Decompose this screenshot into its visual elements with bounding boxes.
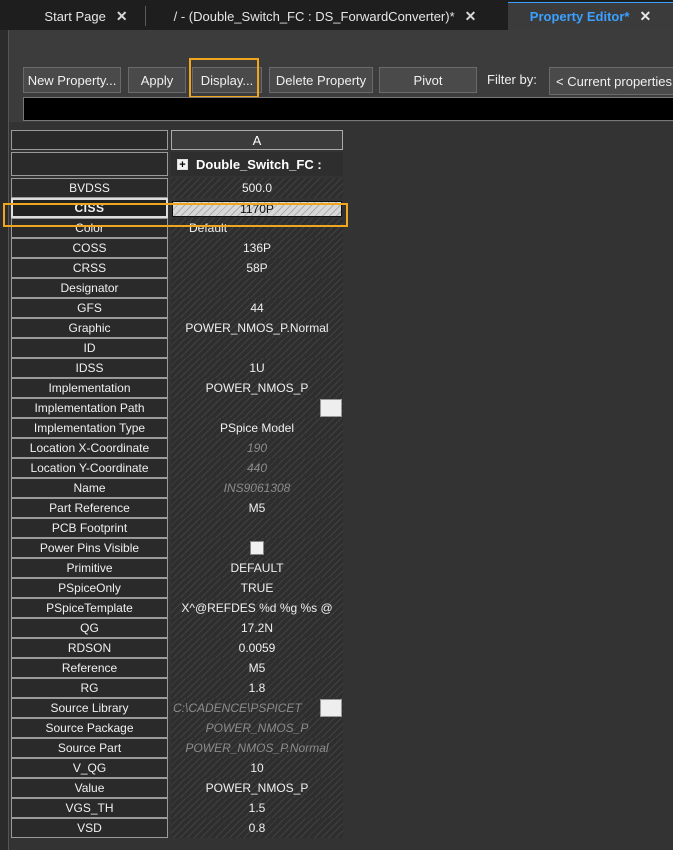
browse-button[interactable] <box>320 399 342 417</box>
property-name-primitive[interactable]: Primitive <box>11 558 168 578</box>
property-name-id[interactable]: ID <box>11 338 168 358</box>
property-name-source-part[interactable]: Source Part <box>11 738 168 758</box>
property-value-primitive[interactable]: DEFAULT <box>171 558 343 578</box>
property-name-rdson[interactable]: RDSON <box>11 638 168 658</box>
property-value-vgs-th[interactable]: 1.5 <box>171 798 343 818</box>
property-name-pcb-footprint[interactable]: PCB Footprint <box>11 518 168 538</box>
browse-button[interactable] <box>320 699 342 717</box>
property-value-location-y-coordinate[interactable]: 440 <box>171 458 343 478</box>
property-name-reference[interactable]: Reference <box>11 658 168 678</box>
property-value-graphic[interactable]: POWER_NMOS_P.Normal <box>171 318 343 338</box>
property-name-value[interactable]: Value <box>11 778 168 798</box>
property-value-location-x-coordinate[interactable]: 190 <box>171 438 343 458</box>
property-value-pspiceonly[interactable]: TRUE <box>171 578 343 598</box>
instance-row-header <box>11 152 168 176</box>
power-pins-visible-checkbox[interactable] <box>250 541 264 555</box>
grid-corner <box>11 130 168 150</box>
property-name-power-pins-visible[interactable]: Power Pins Visible <box>11 538 168 558</box>
property-value-gfs[interactable]: 44 <box>171 298 343 318</box>
property-value-source-library[interactable]: C:\CADENCE\PSPICET <box>171 698 343 718</box>
property-name-graphic[interactable]: Graphic <box>11 318 168 338</box>
property-value-idss[interactable]: 1U <box>171 358 343 378</box>
property-value-part-reference[interactable]: M5 <box>171 498 343 518</box>
property-value-designator[interactable] <box>171 278 343 298</box>
property-name-vgs-th[interactable]: VGS_TH <box>11 798 168 818</box>
property-value-crss[interactable]: 58P <box>171 258 343 278</box>
ciss-row-highlight <box>3 203 348 227</box>
instance-name: Double_Switch_FC : <box>196 156 322 172</box>
property-name-v-qg[interactable]: V_QG <box>11 758 168 778</box>
property-value-vsd[interactable]: 0.8 <box>171 818 343 838</box>
property-value-qg[interactable]: 17.2N <box>171 618 343 638</box>
property-value-implementation[interactable]: POWER_NMOS_P <box>171 378 343 398</box>
property-name-gfs[interactable]: GFS <box>11 298 168 318</box>
property-value-reference[interactable]: M5 <box>171 658 343 678</box>
property-value-value[interactable]: POWER_NMOS_P <box>171 778 343 798</box>
expand-icon[interactable]: + <box>177 158 188 170</box>
property-name-pspicetemplate[interactable]: PSpiceTemplate <box>11 598 168 618</box>
property-value-pspicetemplate[interactable]: X^@REFDES %d %g %s @ <box>171 598 343 618</box>
property-value-rdson[interactable]: 0.0059 <box>171 638 343 658</box>
property-name-designator[interactable]: Designator <box>11 278 168 298</box>
property-value-rg[interactable]: 1.8 <box>171 678 343 698</box>
property-name-vsd[interactable]: VSD <box>11 818 168 838</box>
property-name-pspiceonly[interactable]: PSpiceOnly <box>11 578 168 598</box>
property-name-location-y-coordinate[interactable]: Location Y-Coordinate <box>11 458 168 478</box>
property-name-rg[interactable]: RG <box>11 678 168 698</box>
property-grid: A + Double_Switch_FC : BVDSS 500.0 CISS 117… <box>1 0 673 850</box>
property-name-source-library[interactable]: Source Library <box>11 698 168 718</box>
property-name-idss[interactable]: IDSS <box>11 358 168 378</box>
property-value-id[interactable] <box>171 338 343 358</box>
property-value-bvdss[interactable]: 500.0 <box>171 178 343 198</box>
property-value-implementation-type[interactable]: PSpice Model <box>171 418 343 438</box>
property-name-bvdss[interactable]: BVDSS <box>11 178 168 198</box>
property-value-name[interactable]: INS9061308 <box>171 478 343 498</box>
property-value-source-package[interactable]: POWER_NMOS_P <box>171 718 343 738</box>
property-value-implementation-path[interactable] <box>171 398 343 418</box>
property-value-coss[interactable]: 136P <box>171 238 343 258</box>
property-value-pcb-footprint[interactable] <box>171 518 343 538</box>
instance-header: + Double_Switch_FC : <box>171 152 343 176</box>
column-header-a[interactable]: A <box>171 130 343 150</box>
property-name-qg[interactable]: QG <box>11 618 168 638</box>
property-name-implementation-path[interactable]: Implementation Path <box>11 398 168 418</box>
property-name-implementation[interactable]: Implementation <box>11 378 168 398</box>
property-name-part-reference[interactable]: Part Reference <box>11 498 168 518</box>
property-name-coss[interactable]: COSS <box>11 238 168 258</box>
property-name-source-package[interactable]: Source Package <box>11 718 168 738</box>
property-editor-pane: New Property... Apply Display... Delete … <box>3 30 673 850</box>
property-name-implementation-type[interactable]: Implementation Type <box>11 418 168 438</box>
property-name-crss[interactable]: CRSS <box>11 258 168 278</box>
property-value-v-qg[interactable]: 10 <box>171 758 343 778</box>
property-name-name[interactable]: Name <box>11 478 168 498</box>
property-name-location-x-coordinate[interactable]: Location X-Coordinate <box>11 438 168 458</box>
property-value-source-part[interactable]: POWER_NMOS_P.Normal <box>171 738 343 758</box>
